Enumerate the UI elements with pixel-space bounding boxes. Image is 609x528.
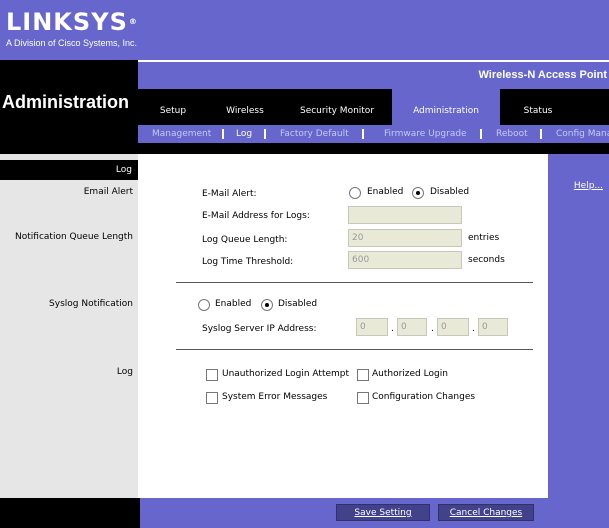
log-threshold-field[interactable]: 600 xyxy=(348,251,462,269)
left-section-header: Log xyxy=(0,160,138,180)
unauthorized-login-label: Unauthorized Login Attempt xyxy=(222,369,350,379)
tab-administration[interactable]: Administration xyxy=(392,89,500,125)
subnav-separator xyxy=(264,129,266,139)
email-alert-label: E-Mail Alert: xyxy=(202,189,257,199)
authorized-login-checkbox[interactable] xyxy=(357,369,369,381)
email-alert-enabled-radio[interactable] xyxy=(349,187,361,199)
label-email-alert: Email Alert xyxy=(83,187,133,197)
cancel-changes-button[interactable]: Cancel Changes xyxy=(438,504,534,521)
logo-subtitle: A Division of Cisco Systems, Inc. xyxy=(6,38,138,48)
email-address-label: E-Mail Address for Logs: xyxy=(202,211,310,221)
label-log: Log xyxy=(116,367,133,377)
email-alert-disabled-label: Disabled xyxy=(430,187,470,197)
subnav-reboot[interactable]: Reboot xyxy=(496,129,528,139)
email-address-field[interactable] xyxy=(348,206,462,224)
label-notification-queue: Notification Queue Length xyxy=(15,232,133,242)
ip-dot-separator: . xyxy=(431,324,434,334)
section-title-block: Administration xyxy=(0,60,138,154)
content-top-border xyxy=(138,143,609,154)
log-threshold-unit: seconds xyxy=(468,255,505,265)
main-tabs: Setup Wireless Security Monitor Administ… xyxy=(138,89,609,125)
syslog-disabled-radio[interactable] xyxy=(261,299,273,311)
unauthorized-login-checkbox[interactable] xyxy=(206,369,218,381)
log-threshold-label: Log Time Threshold: xyxy=(202,257,294,267)
help-panel xyxy=(548,154,609,498)
ip-dot-separator: . xyxy=(472,324,475,334)
subnav-separator xyxy=(480,129,482,139)
help-link[interactable]: Help... xyxy=(574,181,603,191)
subnav-factory-default[interactable]: Factory Default xyxy=(280,129,349,139)
product-name: Wireless-N Access Point xyxy=(478,69,608,81)
subnav-management[interactable]: Management xyxy=(152,129,211,139)
email-alert-enabled-label: Enabled xyxy=(367,187,404,197)
header-banner: LINKSYS® A Division of Cisco Systems, In… xyxy=(0,0,609,60)
subnav-log[interactable]: Log xyxy=(236,129,252,139)
label-syslog-notification: Syslog Notification xyxy=(49,299,133,309)
authorized-login-label: Authorized Login xyxy=(372,369,448,379)
log-queue-label: Log Queue Length: xyxy=(202,235,288,245)
syslog-ip-octet-1[interactable]: 0 xyxy=(356,318,388,336)
section-divider xyxy=(176,282,533,283)
syslog-ip-octet-3[interactable]: 0 xyxy=(437,318,469,336)
left-label-column xyxy=(0,154,138,528)
subnav-separator xyxy=(362,129,364,139)
syslog-ip-octet-2[interactable]: 0 xyxy=(397,318,427,336)
log-queue-unit: entries xyxy=(468,233,500,243)
system-errors-label: System Error Messages xyxy=(222,392,328,402)
sub-navigation: Management Log Factory Default Firmware … xyxy=(138,125,609,143)
linksys-logo: LINKSYS® xyxy=(6,8,138,36)
log-queue-field[interactable]: 20 xyxy=(348,229,462,247)
syslog-ip-octet-4[interactable]: 0 xyxy=(478,318,508,336)
product-bar: Wireless-N Access Point xyxy=(138,60,609,89)
ip-dot-separator: . xyxy=(391,324,394,334)
syslog-enabled-label: Enabled xyxy=(215,299,252,309)
subnav-config-management[interactable]: Config Mana xyxy=(556,129,609,139)
save-setting-button[interactable]: Save Setting xyxy=(336,504,430,521)
section-divider xyxy=(176,349,533,350)
subnav-firmware-upgrade[interactable]: Firmware Upgrade xyxy=(384,129,467,139)
syslog-disabled-label: Disabled xyxy=(278,299,318,309)
syslog-ip-label: Syslog Server IP Address: xyxy=(202,324,317,334)
tab-security-monitor[interactable]: Security Monitor xyxy=(282,89,392,125)
tab-setup[interactable]: Setup xyxy=(138,89,208,125)
tab-wireless[interactable]: Wireless xyxy=(208,89,282,125)
syslog-enabled-radio[interactable] xyxy=(198,299,210,311)
config-changes-label: Configuration Changes xyxy=(372,392,476,402)
system-errors-checkbox[interactable] xyxy=(206,392,218,404)
subnav-separator xyxy=(540,129,542,139)
config-changes-checkbox[interactable] xyxy=(357,392,369,404)
tab-status[interactable]: Status xyxy=(500,89,576,125)
email-alert-disabled-radio[interactable] xyxy=(412,187,424,199)
page-title: Administration xyxy=(2,92,130,112)
subnav-separator xyxy=(222,129,224,139)
